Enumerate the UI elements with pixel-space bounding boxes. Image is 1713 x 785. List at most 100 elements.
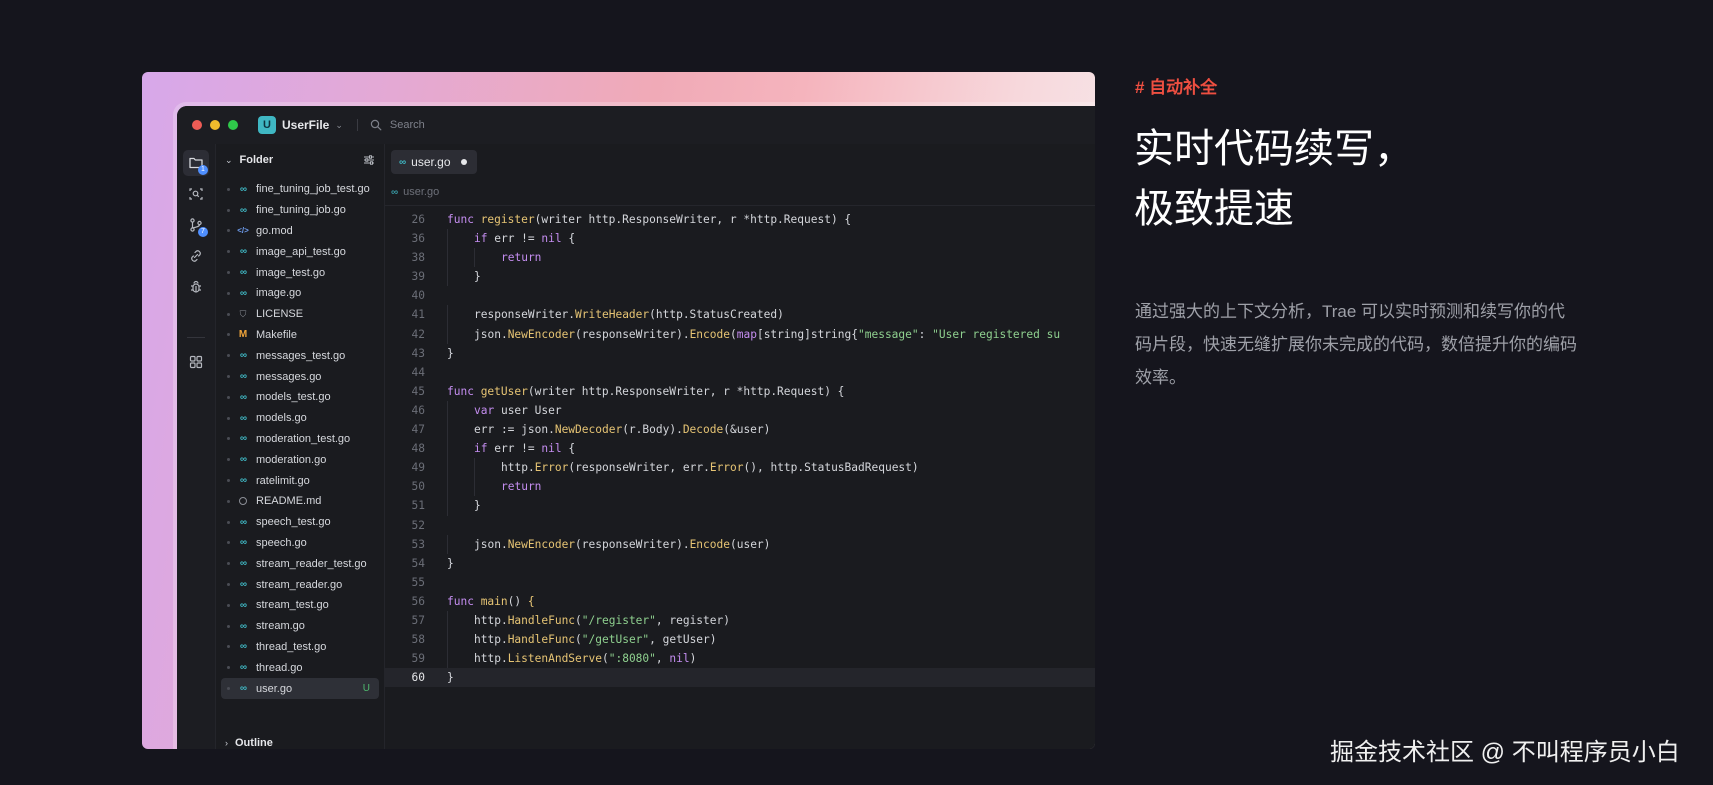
code-text: if err != nil { [474,229,575,248]
file-item[interactable]: ∞ messages_test.go [221,345,379,366]
file-item[interactable]: ∞ fine_tuning_job_test.go [221,179,379,200]
file-item[interactable]: ∞ models.go [221,408,379,429]
extensions-icon [189,355,203,369]
tree-dot [227,624,230,628]
remote-activity-button[interactable] [183,243,209,269]
code-text: func getUser(writer http.ResponseWriter,… [447,382,844,401]
search-input[interactable] [387,118,512,132]
code-line[interactable]: 56 func main() { [385,592,1095,611]
code-line[interactable]: 51} [385,496,1095,516]
file-item[interactable]: ∞ moderation.go [221,449,379,470]
file-name: image_api_test.go [256,245,346,258]
code-token: } [474,270,481,284]
breadcrumb[interactable]: ∞ user.go [391,183,439,201]
code-token: Encode [689,327,730,341]
code-line[interactable]: 47 err := json.NewDecoder(r.Body).Decode(… [385,420,1095,440]
code-line[interactable]: 36 if err != nil { [385,229,1095,249]
code-line[interactable]: 52 [385,516,1095,535]
code-line[interactable]: 44 [385,363,1095,382]
code-token: NewEncoder [507,327,576,341]
code-line[interactable]: 57 http.HandleFunc("/register", register) [385,610,1095,631]
file-item[interactable]: ⛉ LICENSE [221,304,379,325]
file-item[interactable]: ∞ stream_test.go [221,595,379,616]
code-line[interactable]: 59 http.ListenAndServe(":8080", nil) [385,649,1095,669]
indent-guide [447,477,448,497]
file-item[interactable]: </> go.mod [221,221,379,242]
code-token: err != [494,442,542,456]
code-token: Decode [682,423,724,437]
file-item[interactable]: ∞ stream.go [221,616,379,637]
file-item[interactable]: ∞ messages.go [221,366,379,387]
code-line[interactable]: 49 http.Error(responseWriter, err.Error()… [385,458,1095,478]
extensions-activity-button[interactable] [183,349,209,375]
project-badge[interactable]: U [258,116,276,134]
code-line[interactable]: 43} [385,344,1095,363]
line-number: 51 [411,499,425,513]
file-item[interactable]: ∞ thread_test.go [221,637,379,658]
code-token: "/getUser" [581,633,650,647]
code-line[interactable]: 50 return [385,477,1095,497]
file-item[interactable]: ∞ fine_tuning_job.go [221,200,379,221]
code-line[interactable]: 48 if err != nil { [385,439,1095,459]
code-line[interactable]: 45 func getUser(writer http.ResponseWrite… [385,382,1095,401]
code-line[interactable]: 26 func register(writer http.ResponseWrit… [385,210,1095,229]
file-item[interactable]: ∞ stream_reader.go [221,574,379,595]
file-item[interactable]: ∞ image.go [221,283,379,304]
file-item[interactable]: M Makefile [221,325,379,346]
code-token: user User [500,403,562,417]
outline-header[interactable]: › Outline [216,731,384,749]
line-number: 55 [411,575,425,589]
code-text: var user User [474,401,562,420]
file-item[interactable]: ∞ image_api_test.go [221,241,379,262]
close-window-button[interactable] [192,120,202,130]
code-area[interactable]: 26 func register(writer http.ResponseWrit… [385,210,1095,688]
line-number: 43 [411,346,425,360]
source-control-activity-button[interactable]: 7 [183,212,209,238]
code-line[interactable]: 60} [385,668,1095,688]
code-line[interactable]: 41 responseWriter.WriteHeader(http.Status… [385,305,1095,325]
maximize-window-button[interactable] [228,120,238,130]
minimize-window-button[interactable] [210,120,220,130]
file-item[interactable]: README.md [221,491,379,512]
editor-tabs: ∞ user.go [385,144,1095,178]
code-line[interactable]: 38 return [385,248,1095,268]
file-name: stream.go [256,620,305,633]
file-item[interactable]: ∞ speech_test.go [221,512,379,533]
code-line[interactable]: 58 http.HandleFunc("/getUser", getUser) [385,630,1095,650]
code-token: func [447,213,481,226]
code-token: (responseWriter). [575,327,690,341]
code-line[interactable]: 40 [385,286,1095,305]
unsaved-dot-icon[interactable] [460,159,467,165]
file-item[interactable]: ∞ thread.go [221,657,379,678]
code-token: () [507,594,528,608]
go-file-icon: ∞ [239,287,247,299]
code-line[interactable]: 53 json.NewEncoder(responseWriter).Encode… [385,534,1095,554]
indent-guide [474,477,475,497]
file-name: messages_test.go [256,349,346,362]
code-line[interactable]: 46 var user User [385,400,1095,421]
debug-activity-button[interactable] [183,274,209,300]
code-line[interactable]: 54} [385,554,1095,573]
file-name: speech_test.go [256,516,331,529]
tree-dot [227,458,230,462]
code-token: err != [494,232,542,246]
chevron-down-icon[interactable]: ⌄ [335,120,343,131]
filter-settings-icon[interactable] [363,154,375,166]
code-line[interactable]: 42 json.NewEncoder(responseWriter).Encode… [385,324,1095,344]
search-activity-button[interactable] [183,181,209,207]
code-token: "/register" [581,613,656,627]
file-item[interactable]: ∞ models_test.go [221,387,379,408]
folder-header[interactable]: ⌄ Folder [216,144,384,176]
file-item[interactable]: ∞ moderation_test.go [221,429,379,450]
file-item[interactable]: ∞ user.go U [221,678,379,699]
code-line[interactable]: 55 [385,573,1095,592]
code-line[interactable]: 39} [385,267,1095,287]
file-item[interactable]: ∞ ratelimit.go [221,470,379,491]
file-item[interactable]: ∞ speech.go [221,533,379,554]
explorer-activity-button[interactable]: 1 [183,150,209,176]
go-file-icon: ∞ [239,454,247,466]
file-item[interactable]: ∞ image_test.go [221,262,379,283]
project-name[interactable]: UserFile [282,118,329,132]
file-item[interactable]: ∞ stream_reader_test.go [221,553,379,574]
tab-user-go[interactable]: ∞ user.go [391,150,477,174]
